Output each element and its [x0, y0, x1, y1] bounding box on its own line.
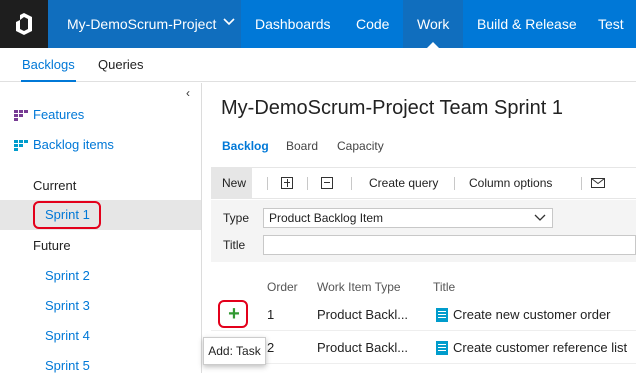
backlog-items-icon	[14, 140, 28, 151]
tab-backlogs[interactable]: Backlogs	[21, 48, 76, 82]
highlight-box	[33, 201, 101, 229]
type-select-value: Product Backlog Item	[269, 211, 384, 225]
project-selector[interactable]: My-DemoScrum-Project	[48, 0, 241, 48]
tab-board[interactable]: Board	[286, 139, 318, 153]
tab-queries[interactable]: Queries	[97, 48, 145, 82]
sidebar-item-backlog-items[interactable]: Backlog items	[14, 137, 114, 152]
vsts-logo-icon	[16, 13, 32, 35]
sidebar-item-label: Features	[33, 107, 85, 122]
column-header-order[interactable]: Order	[267, 280, 298, 294]
sidebar: ‹ Features Backlog items Current Sprint …	[0, 83, 202, 373]
column-header-work-item-type[interactable]: Work Item Type	[317, 280, 401, 294]
future-heading: Future	[33, 238, 71, 253]
collapse-all-icon[interactable]	[321, 177, 333, 189]
type-select[interactable]: Product Backlog Item	[263, 208, 553, 228]
sidebar-item-label: Backlog items	[33, 137, 114, 152]
new-button[interactable]: New	[211, 168, 252, 198]
expand-all-icon[interactable]	[281, 177, 293, 189]
sidebar-item-sprint-4[interactable]: Sprint 4	[45, 328, 90, 343]
vsts-logo[interactable]	[0, 0, 48, 48]
sidebar-item-features[interactable]: Features	[14, 107, 84, 122]
mail-icon	[591, 178, 605, 188]
backlog-toolbar: New Create query Column options	[211, 167, 636, 199]
toolbar-separator	[307, 177, 308, 190]
nav-build-release[interactable]: Build & Release	[463, 0, 591, 48]
column-header-title[interactable]: Title	[433, 280, 455, 294]
sidebar-item-sprint-5[interactable]: Sprint 5	[45, 358, 90, 373]
create-query-button[interactable]: Create query	[369, 168, 438, 198]
row-order: 1	[267, 307, 275, 322]
collapse-sidebar-button[interactable]: ‹	[186, 86, 190, 100]
nav-test[interactable]: Test	[584, 0, 636, 48]
row-title[interactable]: Create customer reference list	[453, 332, 627, 364]
main-content: My-DemoScrum-Project Team Sprint 1 Backl…	[203, 83, 636, 373]
table-row[interactable]: 2 Product Backl... Create customer refer…	[211, 332, 636, 364]
backlog-item-icon	[436, 341, 448, 355]
nav-code[interactable]: Code	[342, 0, 403, 48]
add-task-tooltip: Add: Task	[203, 337, 266, 365]
table-row[interactable]: 1 Product Backl... Create new customer o…	[211, 299, 636, 331]
nav-dashboards[interactable]: Dashboards	[241, 0, 345, 48]
email-button[interactable]	[591, 168, 605, 198]
toolbar-separator	[581, 177, 582, 190]
project-name: My-DemoScrum-Project	[67, 16, 217, 32]
toolbar-separator	[454, 177, 455, 190]
features-icon	[14, 110, 28, 121]
highlight-box	[218, 300, 248, 328]
sidebar-item-sprint-3[interactable]: Sprint 3	[45, 298, 90, 313]
toolbar-separator	[351, 177, 352, 190]
title-label: Title	[223, 238, 246, 252]
title-input[interactable]	[263, 235, 636, 255]
row-work-item-type: Product Backl...	[317, 307, 409, 322]
top-navigation-bar: My-DemoScrum-Project Dashboards Code Wor…	[0, 0, 636, 48]
page-title: My-DemoScrum-Project Team Sprint 1	[221, 97, 563, 119]
sub-navigation-bar: Backlogs Queries	[0, 48, 636, 82]
chevron-down-icon	[223, 18, 235, 26]
row-work-item-type: Product Backl...	[317, 340, 409, 355]
type-label: Type	[223, 211, 250, 225]
row-title[interactable]: Create new customer order	[453, 299, 611, 331]
tab-backlog[interactable]: Backlog	[222, 139, 269, 153]
toolbar-separator	[267, 177, 268, 190]
tab-capacity[interactable]: Capacity	[337, 139, 384, 153]
add-item-panel: Type Product Backlog Item Title	[211, 200, 636, 262]
current-heading: Current	[33, 178, 77, 193]
chevron-down-icon	[534, 214, 546, 221]
backlog-item-icon	[436, 308, 448, 322]
row-order: 2	[267, 340, 275, 355]
column-options-button[interactable]: Column options	[469, 168, 552, 198]
nav-work[interactable]: Work	[403, 0, 464, 48]
sidebar-item-sprint-2[interactable]: Sprint 2	[45, 268, 90, 283]
